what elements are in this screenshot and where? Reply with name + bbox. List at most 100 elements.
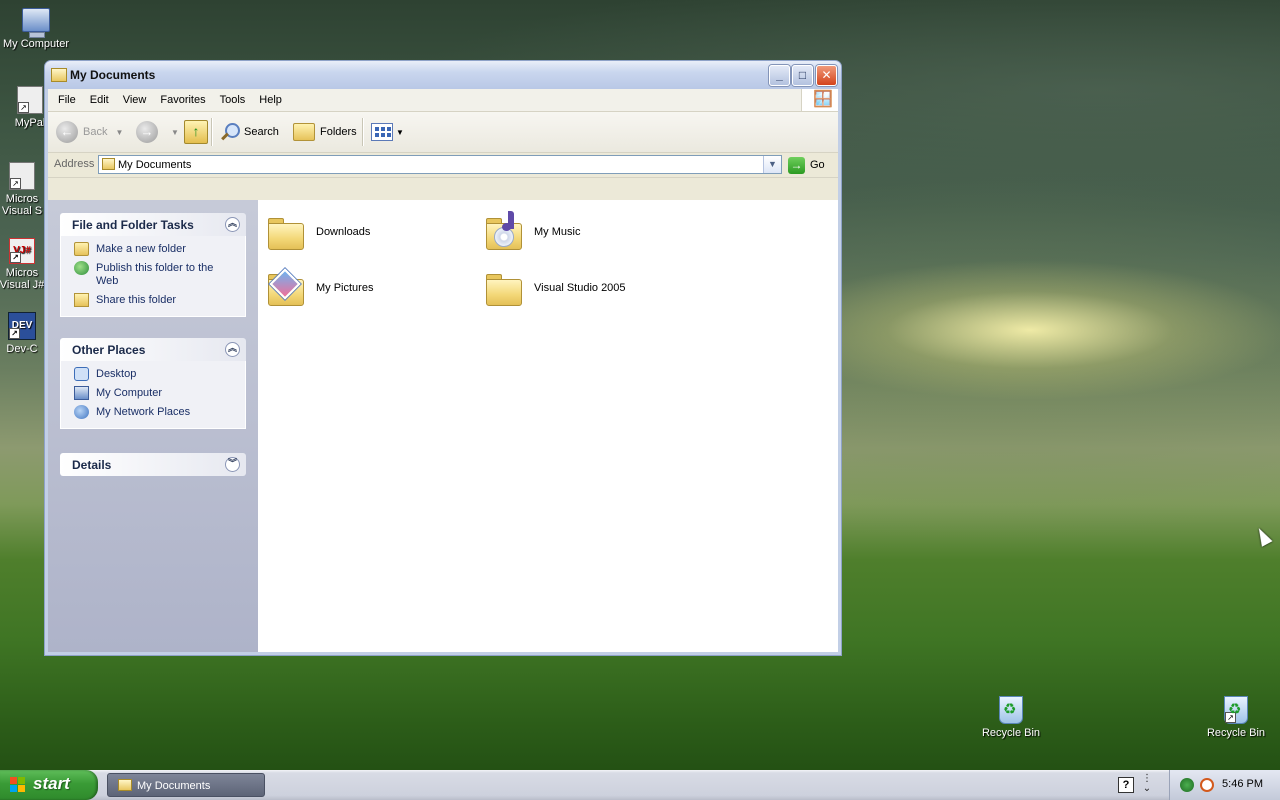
new-folder-icon [74,242,89,256]
search-tray-icon[interactable] [1200,778,1214,792]
search-icon [220,122,240,142]
forward-dropdown-icon[interactable]: ▼ [171,128,179,137]
toolbar-separator [362,118,364,146]
computer-icon [22,8,50,38]
folder-icon [102,158,115,170]
menu-favorites[interactable]: Favorites [153,89,212,111]
folders-label: Folders [320,126,357,138]
start-label: start [33,774,70,793]
desktop-link[interactable]: Desktop [61,365,245,384]
shortcut-arrow-icon: ↗ [9,328,20,339]
back-label: Back [83,126,108,138]
collapse-icon[interactable]: ︽ [225,217,240,232]
desktop-icon-recycle-bin-shortcut[interactable]: ↗ Recycle Bin [1198,696,1274,739]
panel-header[interactable]: Details ︾ [60,453,246,476]
make-new-folder-link[interactable]: Make a new folder [61,240,245,259]
menu-bar: File Edit View Favorites Tools Help 🪟 [48,89,838,112]
start-button[interactable]: start [0,770,98,800]
desktop-icon [74,367,89,381]
network-icon [74,405,89,419]
folder-icon [118,779,132,791]
clock: 5:46 PM [1222,778,1263,790]
dev-cpp-icon: DEV ↗ [8,312,36,340]
folder-item-downloads[interactable]: Downloads [266,208,370,256]
minimize-button[interactable]: _ [769,65,790,86]
folder-label: Visual Studio 2005 [534,282,626,294]
desktop-icon-my-computer[interactable]: My Computer [0,4,74,50]
forward-arrow-icon: → [136,121,158,143]
my-network-places-link[interactable]: My Network Places [61,403,245,422]
publish-folder-link[interactable]: Publish this folder to the Web [61,259,245,291]
share-folder-icon [74,293,89,307]
explorer-window: My Documents _ □ ✕ File Edit View Favorites… [44,60,842,656]
window-titlebar[interactable]: My Documents _ □ ✕ [45,61,841,89]
my-computer-link[interactable]: My Computer [61,384,245,403]
visual-studio-icon: ↗ [9,162,35,190]
up-button[interactable]: ↑ [184,120,208,144]
file-folder-tasks-panel: File and Folder Tasks ︽ Make a new folde… [60,213,246,317]
folder-icon [51,68,67,82]
folders-icon [293,123,315,141]
folder-icon [484,271,524,306]
menu-view[interactable]: View [116,89,154,111]
window-title: My Documents [70,68,156,82]
address-label: Address [54,158,95,170]
search-label: Search [244,126,279,138]
windows-flag-icon [10,777,27,793]
publish-web-icon [74,261,89,275]
taskbar: start My Documents ? ⋮ ⌄ 5:46 PM [0,770,1280,800]
close-button[interactable]: ✕ [816,65,837,86]
address-bar: Address My Documents ▼ → Go [48,153,838,178]
address-value: My Documents [118,159,192,171]
computer-icon [74,386,89,400]
folder-label: My Music [534,226,581,238]
menu-help[interactable]: Help [252,89,289,111]
go-label: Go [810,159,825,171]
go-button[interactable]: → Go [788,155,825,175]
folder-item-my-music[interactable]: My Music [484,208,580,256]
taskbar-item-label: My Documents [137,780,211,792]
folders-button[interactable]: Folders [293,120,357,144]
mouse-cursor-icon [1253,525,1273,547]
expand-icon[interactable]: ︾ [225,457,240,472]
windows-logo-icon: 🪟 [801,89,838,111]
back-dropdown-icon[interactable]: ▼ [115,128,123,137]
views-dropdown-icon: ▼ [396,127,404,137]
network-tray-icon[interactable] [1180,778,1194,792]
language-bar-icon[interactable]: ⋮ ⌄ [1140,774,1154,796]
desktop-icon-label: My Computer [2,38,70,50]
panel-header[interactable]: Other Places ︽ [60,338,246,361]
menu-tools[interactable]: Tools [213,89,253,111]
back-button[interactable]: ← Back ▼ [56,120,123,144]
mypal-icon: ↗ [17,86,43,114]
window-frame: File Edit View Favorites Tools Help 🪟 ← Back … [48,89,838,652]
system-tray: 5:46 PM [1169,770,1280,800]
folder-item-visual-studio-2005[interactable]: Visual Studio 2005 [484,264,626,312]
folder-label: My Pictures [316,282,374,294]
maximize-button[interactable]: □ [792,65,813,86]
desktop-icon-recycle-bin[interactable]: Recycle Bin [973,696,1049,739]
pictures-folder-icon [266,268,306,306]
recycle-bin-icon [999,696,1023,724]
shortcut-arrow-icon: ↗ [1225,712,1236,723]
folder-item-my-pictures[interactable]: My Pictures [266,264,373,312]
panel-header[interactable]: File and Folder Tasks ︽ [60,213,246,236]
views-button[interactable]: ▼ [371,120,404,144]
toolbar-separator [211,118,213,146]
share-folder-link[interactable]: Share this folder [61,291,245,310]
desktop-icon-label: Recycle Bin [1206,727,1266,739]
collapse-icon[interactable]: ︽ [225,342,240,357]
shortcut-arrow-icon: ↗ [18,102,29,113]
address-dropdown-icon[interactable]: ▼ [763,156,781,173]
taskbar-item-my-documents[interactable]: My Documents [107,773,265,797]
menu-edit[interactable]: Edit [83,89,116,111]
menu-file[interactable]: File [51,89,83,111]
search-button[interactable]: Search [220,120,279,144]
forward-button[interactable]: → ▼ [136,120,179,144]
go-arrow-icon: → [788,156,805,174]
help-icon[interactable]: ? [1118,777,1134,793]
music-folder-icon [484,211,524,250]
other-places-panel: Other Places ︽ Desktop My Computer My Ne… [60,338,246,429]
address-input[interactable]: My Documents ▼ [98,155,782,174]
desktop-icon-label: Recycle Bin [981,727,1041,739]
